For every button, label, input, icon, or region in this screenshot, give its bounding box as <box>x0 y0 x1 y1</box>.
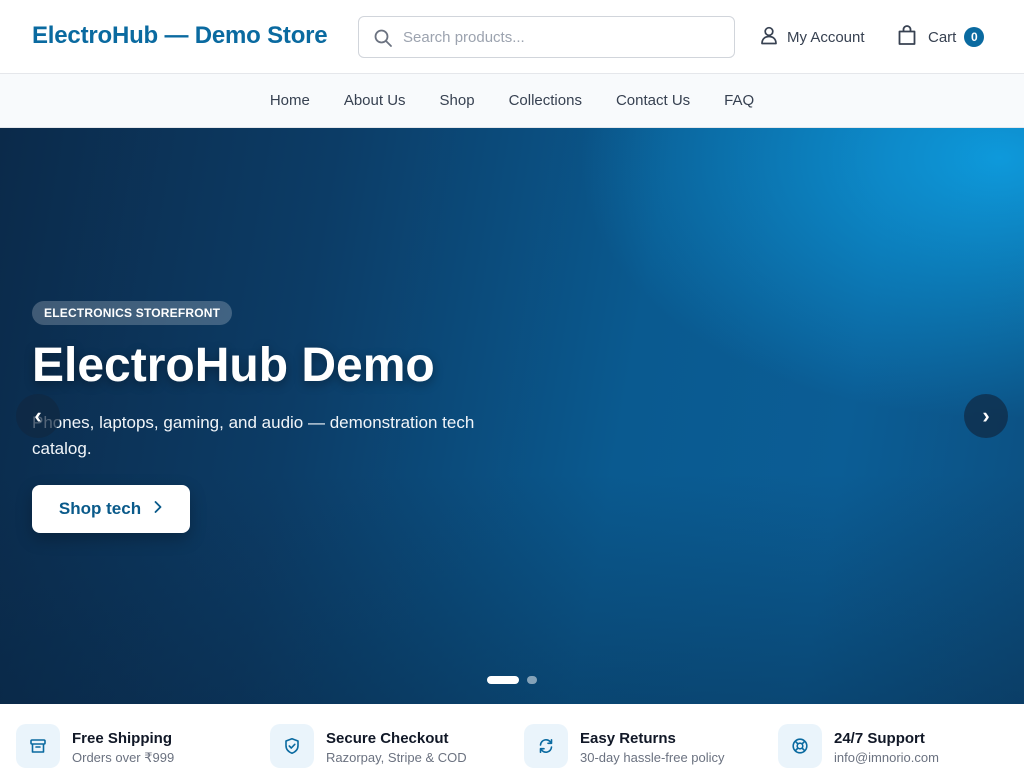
refresh-icon <box>524 724 568 768</box>
shield-check-icon <box>270 724 314 768</box>
shop-tech-button[interactable]: Shop tech <box>32 485 190 533</box>
cart-label: Cart <box>928 28 957 46</box>
shopping-bag-icon <box>896 24 918 50</box>
search-input[interactable] <box>403 17 723 57</box>
user-icon <box>759 25 779 49</box>
cart-count-badge: 0 <box>964 27 985 47</box>
nav-item-about-us[interactable]: About Us <box>344 92 406 109</box>
site-header: ElectroHub — Demo Store My Account Cart … <box>0 0 1024 74</box>
slider-next-button[interactable]: › <box>964 394 1008 438</box>
nav-item-collections[interactable]: Collections <box>509 92 582 109</box>
feature-title: Easy Returns <box>580 730 676 747</box>
feature-subtitle: Orders over ₹999 <box>72 750 175 765</box>
lifebuoy-icon <box>778 724 822 768</box>
chevron-right-icon <box>153 499 163 519</box>
feature-subtitle: Razorpay, Stripe & COD <box>326 750 467 765</box>
feature-subtitle: info@imnorio.com <box>834 750 939 765</box>
search-box[interactable] <box>358 16 735 58</box>
nav-item-shop[interactable]: Shop <box>440 92 475 109</box>
cart-link[interactable]: Cart 0 <box>896 24 985 50</box>
main-nav: Home About Us Shop Collections Contact U… <box>0 74 1024 128</box>
slider-dot-2[interactable] <box>527 676 537 684</box>
cta-label: Shop tech <box>58 499 142 518</box>
hero-badge: ELECTRONICS STOREFRONT <box>32 301 233 325</box>
feature-subtitle: 30-day hassle-free policy <box>580 750 725 765</box>
store-logo[interactable]: ElectroHub — Demo Store <box>32 22 328 50</box>
slider-dot-1[interactable] <box>487 676 519 684</box>
nav-item-home[interactable]: Home <box>270 92 310 109</box>
box-icon <box>16 724 60 768</box>
feature-title: Free Shipping <box>72 730 173 747</box>
my-account-link[interactable]: My Account <box>759 26 865 48</box>
features-bar: Free Shipping Orders over ₹999 Secure Ch… <box>0 704 1024 768</box>
feature-title: Secure Checkout <box>326 730 449 747</box>
nav-item-faq[interactable]: FAQ <box>724 92 754 109</box>
account-label: My Account <box>787 28 865 46</box>
slider-prev-button[interactable]: ‹ <box>16 394 60 438</box>
slider-dots <box>487 676 537 684</box>
feature-title: 24/7 Support <box>834 730 925 747</box>
hero-subtitle: Phones, laptops, gaming, and audio — dem… <box>32 413 475 458</box>
hero-slider: ELECTRONICS STOREFRONT ElectroHub Demo P… <box>0 128 1024 704</box>
search-icon <box>373 28 393 48</box>
nav-item-contact-us[interactable]: Contact Us <box>616 92 690 109</box>
hero-title: ElectroHub Demo <box>32 339 435 392</box>
